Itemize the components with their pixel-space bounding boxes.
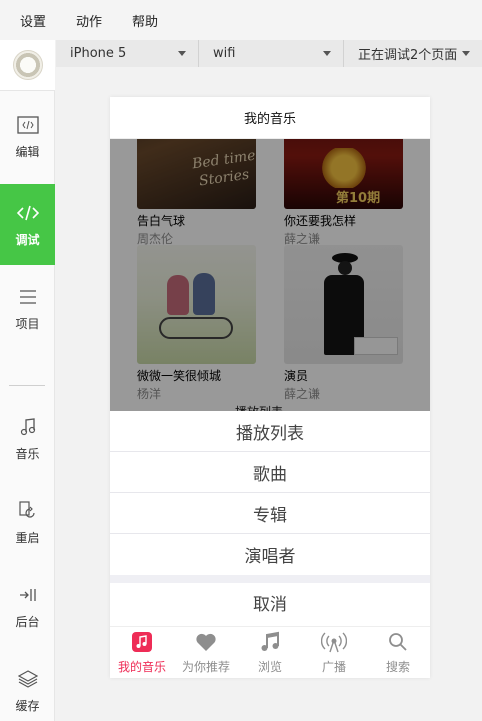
navigation-bar: 我的音乐 xyxy=(110,97,430,139)
sidebar-item-music[interactable]: 音乐 xyxy=(0,415,55,465)
tab-label: 为你推荐 xyxy=(181,660,230,674)
tab-label: 搜索 xyxy=(385,660,410,674)
menubar: 设置 动作 帮助 xyxy=(0,0,482,40)
sidebar-item-label: 缓存 xyxy=(15,699,40,713)
sidebar-item-label: 调试 xyxy=(15,233,40,247)
menu-help[interactable]: 帮助 xyxy=(124,11,158,30)
menu-icon xyxy=(16,285,40,309)
search-icon xyxy=(385,629,411,655)
tab-radio[interactable]: 广播 xyxy=(302,627,366,678)
tab-for-you[interactable]: 为你推荐 xyxy=(174,627,238,678)
sidebar-item-label: 后台 xyxy=(15,615,40,629)
tab-label: 浏览 xyxy=(257,660,282,674)
pages-select-value: 正在调试2个页面 xyxy=(358,48,458,63)
chevron-down-icon xyxy=(178,51,186,56)
cancel-button[interactable]: 取消 xyxy=(110,583,430,621)
chevron-down-icon xyxy=(323,51,331,56)
layers-icon xyxy=(16,667,40,691)
sidebar-item-restart[interactable]: 重启 xyxy=(0,499,55,549)
sheet-divider xyxy=(110,575,430,583)
music-note-icon xyxy=(16,415,40,439)
device-select[interactable]: iPhone 5 xyxy=(56,40,199,67)
code-icon xyxy=(16,201,40,225)
avatar[interactable] xyxy=(0,40,55,91)
sidebar-item-label: 音乐 xyxy=(15,447,40,461)
sidebar-item-background[interactable]: 后台 xyxy=(0,583,55,633)
background-icon xyxy=(16,583,40,607)
phone-simulator: 我的音乐 Bed time Stories 告白气球 周杰伦 第10期 你还要我… xyxy=(110,97,430,678)
sidebar-item-edit[interactable]: 编辑 xyxy=(0,113,55,163)
heart-icon xyxy=(193,629,219,655)
radio-icon xyxy=(321,629,347,655)
network-select[interactable]: wifi xyxy=(199,40,344,67)
menu-settings[interactable]: 设置 xyxy=(12,11,46,30)
sidebar-divider xyxy=(9,385,45,386)
chevron-down-icon xyxy=(462,51,470,56)
sidebar-item-debug[interactable]: 调试 xyxy=(0,184,55,265)
device-toolbar: iPhone 5 wifi 正在调试2个页面 xyxy=(56,40,482,67)
music-library-icon xyxy=(129,629,155,655)
sidebar: 编辑 调试 项目 音乐 重启 后台 缓存 xyxy=(0,40,55,721)
action-sheet: 播放列表 歌曲 专辑 演唱者 取消 xyxy=(110,411,430,621)
tab-label: 我的音乐 xyxy=(117,660,166,674)
code-box-icon xyxy=(16,113,40,137)
restart-icon xyxy=(16,499,40,523)
tab-browse[interactable]: 浏览 xyxy=(238,627,302,678)
network-select-value: wifi xyxy=(213,46,236,61)
sheet-item-artists[interactable]: 演唱者 xyxy=(110,534,430,575)
music-notes-icon xyxy=(257,629,283,655)
sidebar-item-label: 编辑 xyxy=(15,145,40,159)
tab-my-music[interactable]: 我的音乐 xyxy=(110,627,174,678)
menu-actions[interactable]: 动作 xyxy=(68,11,102,30)
sidebar-item-cache[interactable]: 缓存 xyxy=(0,667,55,717)
sidebar-item-project[interactable]: 项目 xyxy=(0,285,55,335)
sidebar-item-label: 项目 xyxy=(15,317,40,331)
pages-select[interactable]: 正在调试2个页面 xyxy=(344,40,482,67)
tab-label: 广播 xyxy=(321,660,346,674)
tab-bar: 我的音乐 为你推荐 浏览 广播 搜索 xyxy=(110,626,430,678)
tab-search[interactable]: 搜索 xyxy=(366,627,430,678)
sidebar-item-label: 重启 xyxy=(15,531,40,545)
sheet-item-albums[interactable]: 专辑 xyxy=(110,493,430,534)
modal-overlay[interactable] xyxy=(110,139,430,411)
sheet-item-playlist[interactable]: 播放列表 xyxy=(110,411,430,452)
sheet-item-songs[interactable]: 歌曲 xyxy=(110,452,430,493)
page-title: 我的音乐 xyxy=(243,112,296,127)
device-select-value: iPhone 5 xyxy=(70,46,127,61)
